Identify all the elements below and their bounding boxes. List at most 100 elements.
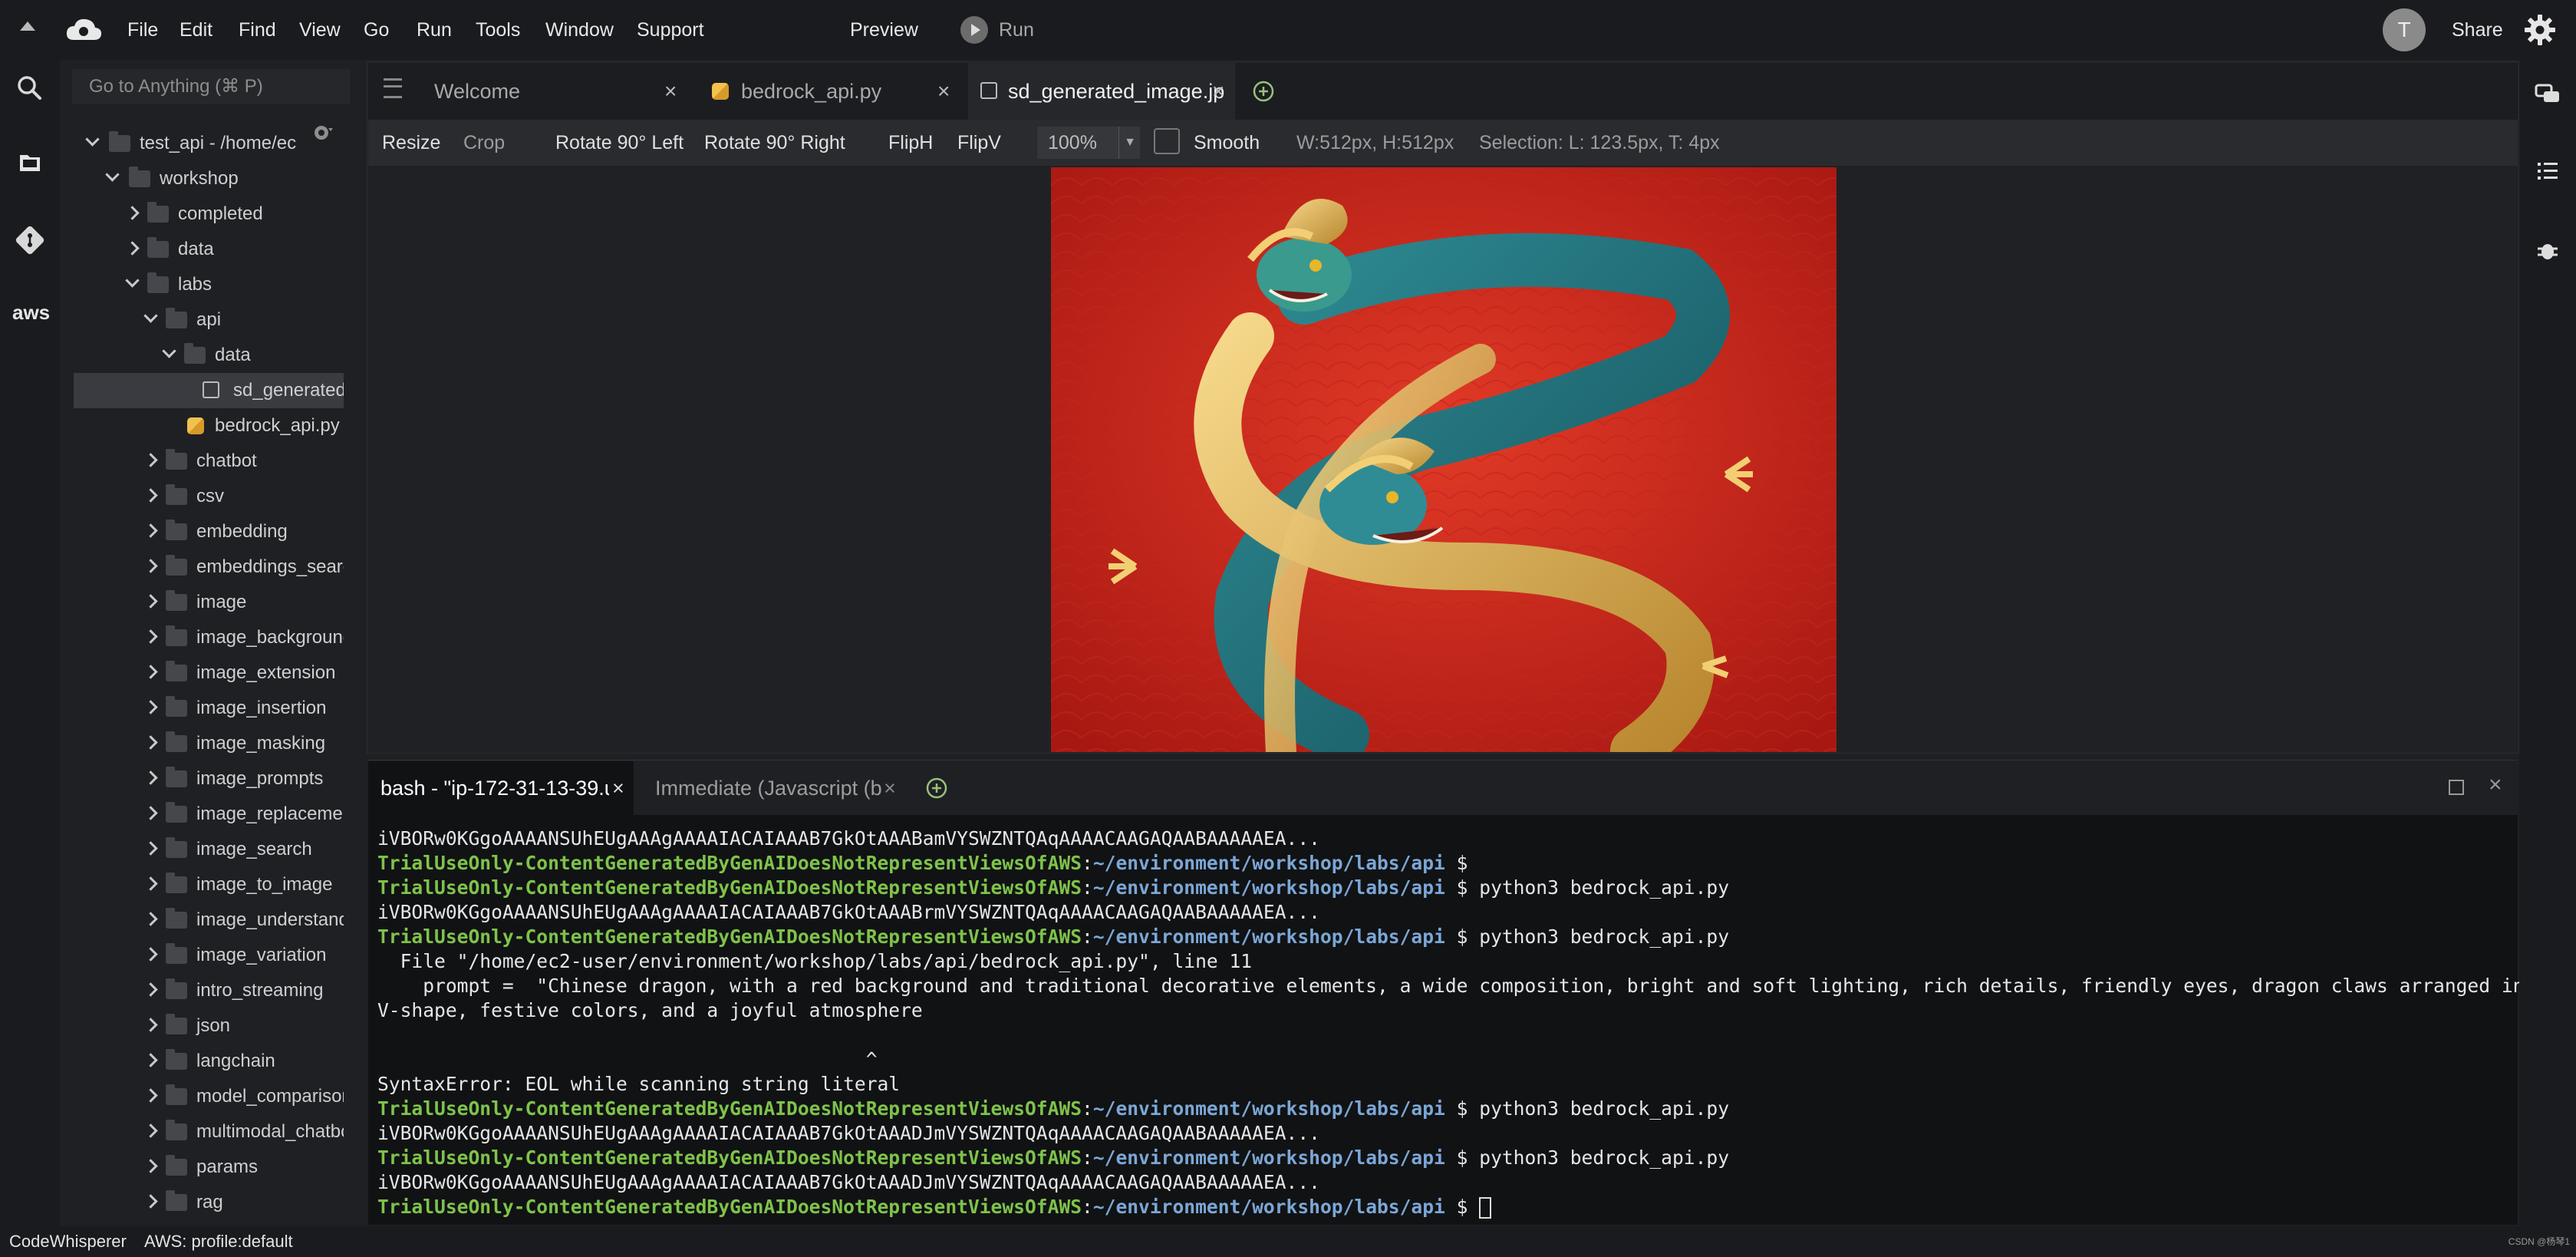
share-button[interactable]: Share <box>2452 0 2503 60</box>
preview-button[interactable]: Preview <box>850 0 918 60</box>
rotate-left-button[interactable]: Rotate 90° Left <box>555 120 684 166</box>
run-icon[interactable] <box>960 16 988 44</box>
menu-support[interactable]: Support <box>637 0 704 60</box>
tree-row[interactable]: labs <box>74 267 344 302</box>
chevron-right-icon[interactable] <box>143 523 158 538</box>
menu-edit[interactable]: Edit <box>180 0 212 60</box>
menu-window[interactable]: Window <box>545 0 614 60</box>
search-icon[interactable] <box>12 71 48 106</box>
tree-row[interactable]: embedding <box>74 514 344 549</box>
tree-row[interactable]: image_search <box>74 832 344 867</box>
menu-go[interactable]: Go <box>364 0 389 60</box>
chevron-right-icon[interactable] <box>143 1018 158 1032</box>
hamburger-icon[interactable] <box>384 78 402 98</box>
chevron-right-icon[interactable] <box>143 594 158 609</box>
chevron-right-icon[interactable] <box>143 806 158 820</box>
tree-row[interactable]: data <box>74 338 344 373</box>
goto-anything-input[interactable]: Go to Anything (⌘ P) <box>72 69 350 104</box>
chevron-right-icon[interactable] <box>125 241 140 256</box>
menu-view[interactable]: View <box>299 0 341 60</box>
close-icon[interactable]: × <box>884 761 896 815</box>
chevron-down-icon[interactable]: ▼ <box>1118 127 1141 159</box>
tree-row[interactable]: test_api - /home/ec <box>74 126 344 161</box>
crop-button[interactable]: Crop <box>463 120 505 166</box>
chevron-right-icon[interactable] <box>143 876 158 891</box>
maximize-icon[interactable] <box>2449 780 2464 795</box>
menu-find[interactable]: Find <box>239 0 276 60</box>
tab-bash[interactable]: bash - "ip-172-31-13-39.u × <box>368 761 634 815</box>
resize-button[interactable]: Resize <box>382 120 440 166</box>
chevron-right-icon[interactable] <box>125 206 140 220</box>
aws-icon[interactable]: aws <box>12 301 50 325</box>
tree-row[interactable]: image_masking <box>74 726 344 761</box>
menu-file[interactable]: File <box>127 0 158 60</box>
generated-dragon-image[interactable] <box>1051 167 1836 752</box>
codewhisperer-status[interactable]: CodeWhisperer <box>9 1226 127 1257</box>
tree-row[interactable]: intro_streaming <box>74 973 344 1008</box>
tree-row[interactable]: image_extension <box>74 655 344 691</box>
chevron-right-icon[interactable] <box>143 841 158 856</box>
run-button[interactable]: Run <box>999 0 1034 60</box>
avatar[interactable]: T <box>2383 8 2426 51</box>
collapse-arrow-icon[interactable] <box>20 21 35 31</box>
close-icon[interactable]: × <box>1212 63 1224 120</box>
tree-row-selected[interactable]: sd_generated_image.jpg <box>74 373 344 408</box>
cloud9-logo-icon[interactable] <box>64 15 103 45</box>
outline-icon[interactable] <box>2536 161 2559 181</box>
tree-row[interactable]: bedrock_api.py <box>74 408 344 444</box>
chevron-right-icon[interactable] <box>143 559 158 573</box>
chevron-right-icon[interactable] <box>143 1053 158 1067</box>
chevron-right-icon[interactable] <box>143 947 158 962</box>
tree-row[interactable]: rag <box>74 1185 344 1220</box>
close-icon[interactable]: × <box>664 63 677 120</box>
tree-row[interactable]: image_background <box>74 620 344 655</box>
tree-row[interactable]: completed <box>74 196 344 232</box>
chevron-down-icon[interactable] <box>125 273 140 288</box>
close-panel-icon[interactable]: × <box>2489 772 2502 798</box>
tree-row[interactable]: embeddings_search <box>74 549 344 585</box>
close-icon[interactable]: × <box>937 63 950 120</box>
tree-row[interactable]: image_to_image <box>74 867 344 902</box>
files-icon[interactable] <box>12 144 48 180</box>
debugger-icon[interactable] <box>2538 239 2558 261</box>
tree-row[interactable]: image_prompts <box>74 761 344 797</box>
add-tab-icon[interactable] <box>1252 80 1275 103</box>
chevron-right-icon[interactable] <box>143 982 158 997</box>
chevron-down-icon[interactable] <box>85 132 100 147</box>
chevron-right-icon[interactable] <box>143 488 158 503</box>
tree-row[interactable]: csv <box>74 479 344 514</box>
tab-immediate[interactable]: Immediate (Javascript (bro × <box>646 761 907 815</box>
chevron-down-icon[interactable] <box>143 308 158 323</box>
tree-row[interactable]: image_replacement <box>74 797 344 832</box>
tree-row[interactable]: json <box>74 1008 344 1044</box>
tree-row[interactable]: image_understanding <box>74 902 344 938</box>
chevron-right-icon[interactable] <box>143 1088 158 1103</box>
tree-row[interactable]: image <box>74 585 344 620</box>
chevron-right-icon[interactable] <box>143 1123 158 1138</box>
close-icon[interactable]: × <box>612 761 624 815</box>
tree-row[interactable]: api <box>74 302 344 338</box>
zoom-select[interactable]: 100% ▼ <box>1037 127 1140 159</box>
chevron-right-icon[interactable] <box>143 1159 158 1173</box>
gear-icon[interactable] <box>2524 14 2556 46</box>
tab-sd-generated-image[interactable]: sd_generated_image.jp × <box>968 63 1235 120</box>
aws-profile-status[interactable]: AWS: profile:default <box>144 1226 293 1257</box>
smooth-checkbox[interactable] <box>1154 128 1180 154</box>
tree-row[interactable]: data <box>74 232 344 267</box>
menu-run[interactable]: Run <box>417 0 452 60</box>
collaborate-icon[interactable] <box>2535 83 2561 106</box>
chevron-down-icon[interactable] <box>105 167 120 182</box>
source-control-icon[interactable] <box>12 223 48 258</box>
chevron-down-icon[interactable] <box>162 344 176 358</box>
tree-row[interactable]: workshop <box>74 161 344 196</box>
chevron-right-icon[interactable] <box>143 1194 158 1209</box>
menu-tools[interactable]: Tools <box>476 0 520 60</box>
flipv-button[interactable]: FlipV <box>957 120 1001 166</box>
chevron-right-icon[interactable] <box>143 629 158 644</box>
fliph-button[interactable]: FlipH <box>888 120 933 166</box>
chevron-right-icon[interactable] <box>143 912 158 926</box>
tree-row[interactable]: params <box>74 1150 344 1185</box>
chevron-right-icon[interactable] <box>143 735 158 750</box>
chevron-right-icon[interactable] <box>143 453 158 467</box>
tree-row[interactable]: image_insertion <box>74 691 344 726</box>
